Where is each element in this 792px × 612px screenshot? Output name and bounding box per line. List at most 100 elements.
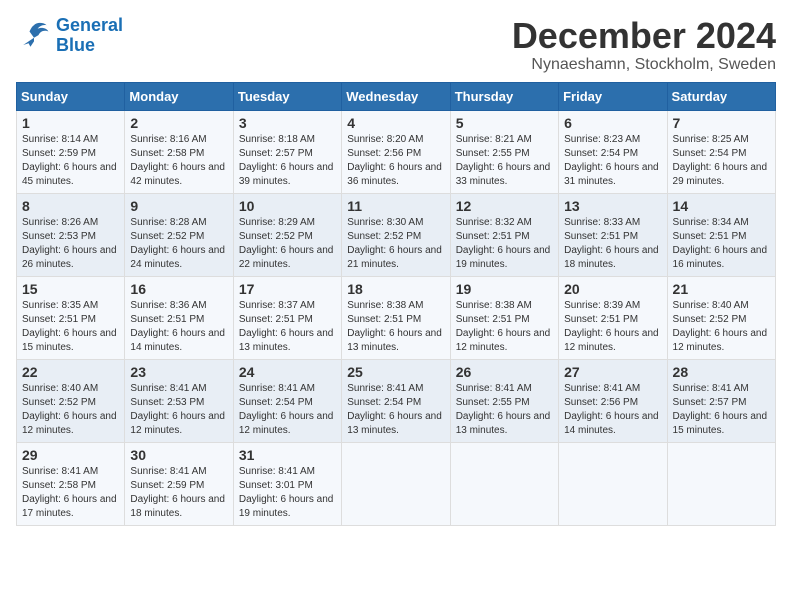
day-number: 10 <box>239 198 336 214</box>
calendar-cell: 30 Sunrise: 8:41 AMSunset: 2:59 PMDaylig… <box>125 442 233 525</box>
calendar-cell: 15 Sunrise: 8:35 AMSunset: 2:51 PMDaylig… <box>17 276 125 359</box>
cell-info: Sunrise: 8:23 AMSunset: 2:54 PMDaylight:… <box>564 134 659 187</box>
calendar-cell: 28 Sunrise: 8:41 AMSunset: 2:57 PMDaylig… <box>667 359 775 442</box>
location-subtitle: Nynaeshamn, Stockholm, Sweden <box>512 56 776 74</box>
calendar-cell: 1 Sunrise: 8:14 AMSunset: 2:59 PMDayligh… <box>17 110 125 193</box>
calendar-cell: 12 Sunrise: 8:32 AMSunset: 2:51 PMDaylig… <box>450 193 558 276</box>
calendar-cell: 3 Sunrise: 8:18 AMSunset: 2:57 PMDayligh… <box>233 110 341 193</box>
logo: General Blue <box>16 16 123 56</box>
calendar-week-row: 1 Sunrise: 8:14 AMSunset: 2:59 PMDayligh… <box>17 110 776 193</box>
cell-info: Sunrise: 8:39 AMSunset: 2:51 PMDaylight:… <box>564 300 659 353</box>
weekday-header: Monday <box>125 82 233 110</box>
calendar-cell: 8 Sunrise: 8:26 AMSunset: 2:53 PMDayligh… <box>17 193 125 276</box>
cell-info: Sunrise: 8:41 AMSunset: 3:01 PMDaylight:… <box>239 466 334 519</box>
calendar-cell: 21 Sunrise: 8:40 AMSunset: 2:52 PMDaylig… <box>667 276 775 359</box>
weekday-header: Thursday <box>450 82 558 110</box>
calendar-cell: 2 Sunrise: 8:16 AMSunset: 2:58 PMDayligh… <box>125 110 233 193</box>
day-number: 9 <box>130 198 227 214</box>
calendar-cell: 19 Sunrise: 8:38 AMSunset: 2:51 PMDaylig… <box>450 276 558 359</box>
cell-info: Sunrise: 8:35 AMSunset: 2:51 PMDaylight:… <box>22 300 117 353</box>
calendar-cell: 18 Sunrise: 8:38 AMSunset: 2:51 PMDaylig… <box>342 276 450 359</box>
calendar-cell: 6 Sunrise: 8:23 AMSunset: 2:54 PMDayligh… <box>559 110 667 193</box>
weekday-header-row: SundayMondayTuesdayWednesdayThursdayFrid… <box>17 82 776 110</box>
day-number: 6 <box>564 115 661 131</box>
day-number: 16 <box>130 281 227 297</box>
cell-info: Sunrise: 8:21 AMSunset: 2:55 PMDaylight:… <box>456 134 551 187</box>
cell-info: Sunrise: 8:38 AMSunset: 2:51 PMDaylight:… <box>456 300 551 353</box>
weekday-header: Tuesday <box>233 82 341 110</box>
day-number: 25 <box>347 364 444 380</box>
cell-info: Sunrise: 8:29 AMSunset: 2:52 PMDaylight:… <box>239 217 334 270</box>
day-number: 7 <box>673 115 770 131</box>
day-number: 17 <box>239 281 336 297</box>
calendar-cell: 24 Sunrise: 8:41 AMSunset: 2:54 PMDaylig… <box>233 359 341 442</box>
cell-info: Sunrise: 8:41 AMSunset: 2:59 PMDaylight:… <box>130 466 225 519</box>
day-number: 11 <box>347 198 444 214</box>
day-number: 23 <box>130 364 227 380</box>
day-number: 4 <box>347 115 444 131</box>
calendar-table: SundayMondayTuesdayWednesdayThursdayFrid… <box>16 82 776 526</box>
weekday-header: Friday <box>559 82 667 110</box>
cell-info: Sunrise: 8:41 AMSunset: 2:58 PMDaylight:… <box>22 466 117 519</box>
cell-info: Sunrise: 8:40 AMSunset: 2:52 PMDaylight:… <box>22 383 117 436</box>
day-number: 5 <box>456 115 553 131</box>
calendar-cell: 29 Sunrise: 8:41 AMSunset: 2:58 PMDaylig… <box>17 442 125 525</box>
cell-info: Sunrise: 8:33 AMSunset: 2:51 PMDaylight:… <box>564 217 659 270</box>
title-section: December 2024 Nynaeshamn, Stockholm, Swe… <box>512 16 776 74</box>
day-number: 12 <box>456 198 553 214</box>
cell-info: Sunrise: 8:34 AMSunset: 2:51 PMDaylight:… <box>673 217 768 270</box>
day-number: 22 <box>22 364 119 380</box>
day-number: 18 <box>347 281 444 297</box>
day-number: 30 <box>130 447 227 463</box>
calendar-week-row: 8 Sunrise: 8:26 AMSunset: 2:53 PMDayligh… <box>17 193 776 276</box>
weekday-header: Wednesday <box>342 82 450 110</box>
calendar-cell: 10 Sunrise: 8:29 AMSunset: 2:52 PMDaylig… <box>233 193 341 276</box>
month-title: December 2024 <box>512 16 776 56</box>
cell-info: Sunrise: 8:41 AMSunset: 2:56 PMDaylight:… <box>564 383 659 436</box>
weekday-header: Sunday <box>17 82 125 110</box>
day-number: 1 <box>22 115 119 131</box>
calendar-cell: 23 Sunrise: 8:41 AMSunset: 2:53 PMDaylig… <box>125 359 233 442</box>
calendar-cell: 26 Sunrise: 8:41 AMSunset: 2:55 PMDaylig… <box>450 359 558 442</box>
day-number: 20 <box>564 281 661 297</box>
cell-info: Sunrise: 8:20 AMSunset: 2:56 PMDaylight:… <box>347 134 442 187</box>
cell-info: Sunrise: 8:41 AMSunset: 2:57 PMDaylight:… <box>673 383 768 436</box>
calendar-cell: 16 Sunrise: 8:36 AMSunset: 2:51 PMDaylig… <box>125 276 233 359</box>
calendar-cell: 7 Sunrise: 8:25 AMSunset: 2:54 PMDayligh… <box>667 110 775 193</box>
calendar-cell <box>450 442 558 525</box>
day-number: 29 <box>22 447 119 463</box>
calendar-cell: 31 Sunrise: 8:41 AMSunset: 3:01 PMDaylig… <box>233 442 341 525</box>
calendar-cell <box>342 442 450 525</box>
cell-info: Sunrise: 8:32 AMSunset: 2:51 PMDaylight:… <box>456 217 551 270</box>
cell-info: Sunrise: 8:38 AMSunset: 2:51 PMDaylight:… <box>347 300 442 353</box>
calendar-cell: 4 Sunrise: 8:20 AMSunset: 2:56 PMDayligh… <box>342 110 450 193</box>
calendar-week-row: 22 Sunrise: 8:40 AMSunset: 2:52 PMDaylig… <box>17 359 776 442</box>
cell-info: Sunrise: 8:26 AMSunset: 2:53 PMDaylight:… <box>22 217 117 270</box>
cell-info: Sunrise: 8:28 AMSunset: 2:52 PMDaylight:… <box>130 217 225 270</box>
day-number: 26 <box>456 364 553 380</box>
day-number: 13 <box>564 198 661 214</box>
day-number: 8 <box>22 198 119 214</box>
day-number: 21 <box>673 281 770 297</box>
calendar-cell <box>559 442 667 525</box>
calendar-cell <box>667 442 775 525</box>
calendar-cell: 5 Sunrise: 8:21 AMSunset: 2:55 PMDayligh… <box>450 110 558 193</box>
cell-info: Sunrise: 8:41 AMSunset: 2:53 PMDaylight:… <box>130 383 225 436</box>
calendar-cell: 17 Sunrise: 8:37 AMSunset: 2:51 PMDaylig… <box>233 276 341 359</box>
page-header: General Blue December 2024 Nynaeshamn, S… <box>16 16 776 74</box>
day-number: 14 <box>673 198 770 214</box>
day-number: 27 <box>564 364 661 380</box>
calendar-week-row: 29 Sunrise: 8:41 AMSunset: 2:58 PMDaylig… <box>17 442 776 525</box>
cell-info: Sunrise: 8:37 AMSunset: 2:51 PMDaylight:… <box>239 300 334 353</box>
day-number: 31 <box>239 447 336 463</box>
calendar-cell: 13 Sunrise: 8:33 AMSunset: 2:51 PMDaylig… <box>559 193 667 276</box>
calendar-cell: 20 Sunrise: 8:39 AMSunset: 2:51 PMDaylig… <box>559 276 667 359</box>
weekday-header: Saturday <box>667 82 775 110</box>
cell-info: Sunrise: 8:41 AMSunset: 2:54 PMDaylight:… <box>347 383 442 436</box>
cell-info: Sunrise: 8:16 AMSunset: 2:58 PMDaylight:… <box>130 134 225 187</box>
day-number: 28 <box>673 364 770 380</box>
cell-info: Sunrise: 8:14 AMSunset: 2:59 PMDaylight:… <box>22 134 117 187</box>
calendar-cell: 22 Sunrise: 8:40 AMSunset: 2:52 PMDaylig… <box>17 359 125 442</box>
day-number: 19 <box>456 281 553 297</box>
logo-icon <box>16 18 52 54</box>
